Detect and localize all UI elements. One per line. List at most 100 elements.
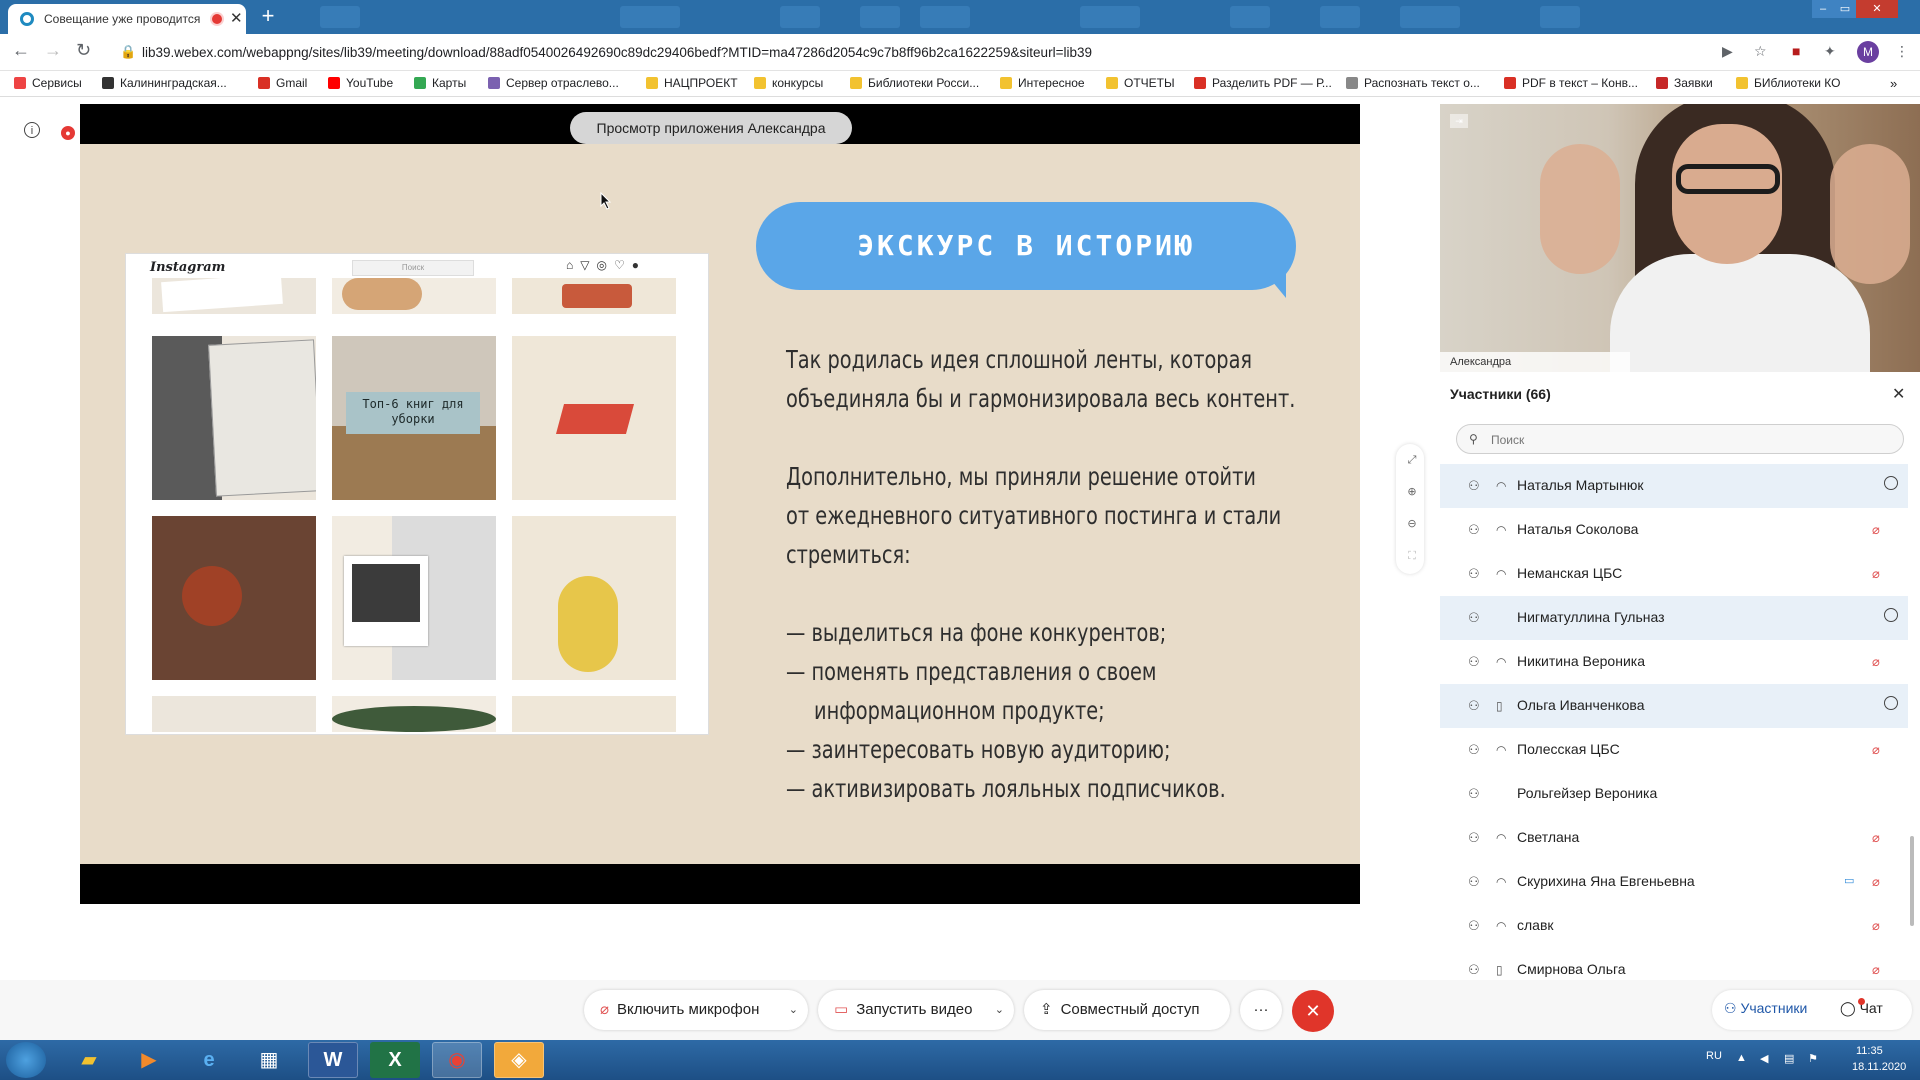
video-camera-icon[interactable]: ▭ [1844,874,1854,887]
start-video-button[interactable]: ▭ Запустить видео ⌄ [818,990,1014,1030]
browser-tab[interactable]: Совещание уже проводится ✕ [8,4,246,34]
bookmark-folder[interactable]: Интересное [1000,76,1085,90]
participant-row[interactable]: ⚇ ◠ Наталья Соколова ⌀ [1440,508,1908,552]
participant-row[interactable]: ⚇ ◠ Светлана ⌀ [1440,816,1908,860]
bookmark-folder[interactable]: ОТЧЕТЫ [1106,76,1175,90]
participant-row[interactable]: ⚇ ◠ Полесская ЦБС ⌀ [1440,728,1908,772]
active-speaker-video[interactable]: ⇥ Александра [1440,104,1920,372]
address-bar[interactable]: 🔒 lib39.webex.com/webappng/sites/lib39/m… [108,38,1748,66]
chat-bubble-icon[interactable] [1884,608,1898,622]
pdf-extension-icon[interactable]: ■ [1792,43,1800,59]
minimize-button[interactable]: – [1812,0,1834,18]
bookmark-item[interactable]: Сервер отраслево... [488,76,619,90]
clock-date[interactable]: 18.11.2020 [1852,1061,1906,1073]
muted-mic-icon[interactable]: ⌀ [1872,522,1880,538]
internet-explorer-icon[interactable]: e [184,1042,234,1078]
participants-button[interactable]: ⚇ Участники [1724,1000,1807,1017]
slide-text-line: Дополнительно, мы приняли решение отойти [786,462,1256,491]
bookmark-folder[interactable]: БИблиотеки КО [1736,76,1840,90]
calculator-icon[interactable]: ▦ [244,1042,294,1078]
bookmark-item[interactable]: Карты [414,76,466,90]
muted-mic-icon[interactable]: ⌀ [1872,962,1880,978]
window-close-button[interactable]: ✕ [1856,0,1898,18]
leave-meeting-button[interactable]: ✕ [1292,990,1334,1032]
bookmark-folder[interactable]: конкурсы [754,76,823,90]
bookmark-item[interactable]: PDF в текст – Конв... [1504,76,1638,90]
extensions-icon[interactable]: ✦ [1824,43,1836,60]
chat-bubble-icon[interactable] [1884,476,1898,490]
participant-row[interactable]: ⚇ ▯ Смирнова Ольга ⌀ [1440,948,1908,978]
participants-search[interactable]: ⚲ [1456,424,1904,454]
meeting-info-icon[interactable]: i [24,122,40,138]
participant-row[interactable]: ⚇ ◠ Никитина Вероника ⌀ [1440,640,1908,684]
media-player-icon[interactable]: ▶ [124,1042,174,1078]
share-viewing-label: Просмотр приложения Александра [570,112,852,144]
menu-icon[interactable]: ⋮ [1895,43,1909,60]
chevron-down-icon[interactable]: ⌄ [789,990,798,1030]
shared-slide: Instagram Поиск ⌂▽◎♡● Топ-6 книг для убо… [80,144,1360,864]
participant-row[interactable]: ⚇ Рольгейзер Вероника [1440,772,1908,816]
muted-mic-icon[interactable]: ⌀ [1872,742,1880,758]
participant-row[interactable]: ⚇ ◠ Наталья Мартынюк [1440,464,1908,508]
webex-taskbar-icon[interactable]: ◈ [494,1042,544,1078]
participant-row[interactable]: ⚇ ◠ Неманская ЦБС ⌀ [1440,552,1908,596]
participants-search-input[interactable] [1489,429,1893,451]
bookmark-folder[interactable]: Библиотеки Росси... [850,76,979,90]
back-icon[interactable]: ← [12,40,30,61]
person-icon: ⚇ [1468,478,1480,493]
explorer-icon[interactable]: ▰ [64,1042,114,1078]
input-language[interactable]: RU [1706,1050,1722,1062]
excel-icon[interactable]: X [370,1042,420,1078]
bookmark-item[interactable]: Gmail [258,76,307,90]
network-icon[interactable]: ▤ [1784,1052,1794,1065]
chat-bubble-icon[interactable] [1884,696,1898,710]
participant-row[interactable]: ⚇ ◠ Скурихина Яна Евгеньевна ▭ ⌀ [1440,860,1908,904]
volume-icon[interactable]: ◀ [1760,1052,1768,1065]
chrome-icon[interactable]: ◉ [432,1042,482,1078]
close-panel-icon[interactable]: ✕ [1892,384,1905,404]
bookmark-item[interactable]: Разделить PDF — Р... [1194,76,1332,90]
participant-row[interactable]: ⚇ ◠ славк ⌀ [1440,904,1908,948]
fit-to-window-icon[interactable]: ⛶ [1404,548,1420,564]
maximize-button[interactable]: ▭ [1834,0,1856,18]
participant-row[interactable]: ⚇ ▯ Ольга Иванченкова [1440,684,1908,728]
more-options-button[interactable]: ··· [1240,990,1282,1030]
zoom-in-icon[interactable]: ⊕ [1404,484,1420,500]
feed-tile-reader [512,516,676,680]
word-icon[interactable]: W [308,1042,358,1078]
participant-name: Наталья Мартынюк [1517,477,1644,493]
bookmark-item[interactable]: Калининградская... [102,76,227,90]
participant-row[interactable]: ⚇ Нигматуллина Гульназ [1440,596,1908,640]
bookmark-item[interactable]: Сервисы [14,76,82,90]
show-hidden-icons-icon[interactable]: ▲ [1736,1052,1747,1064]
clock-time[interactable]: 11:35 [1856,1045,1883,1057]
new-tab-button[interactable]: + [254,4,282,30]
windows-start-button[interactable] [6,1042,46,1078]
forward-icon[interactable]: → [44,40,62,61]
slide-text-line: от ежедневного ситуативного постинга и с… [786,501,1282,530]
profile-avatar[interactable]: M [1857,41,1879,63]
bookmark-item[interactable]: Распознать текст о... [1346,76,1480,90]
bookmark-star-icon[interactable]: ☆ [1754,43,1767,60]
zoom-out-icon[interactable]: ⊖ [1404,516,1420,532]
pin-video-icon[interactable]: ⇥ [1450,114,1468,128]
share-content-button[interactable]: ⇪ Совместный доступ [1024,990,1230,1030]
muted-mic-icon[interactable]: ⌀ [1872,874,1880,890]
muted-mic-icon[interactable]: ⌀ [1872,566,1880,582]
person-icon: ⚇ [1468,522,1480,537]
bookmark-item[interactable]: YouTube [328,76,393,90]
bookmark-folder[interactable]: НАЦПРОЕКТ [646,76,738,90]
participant-list-scrollbar[interactable] [1910,836,1914,926]
more-bookmarks-icon[interactable]: » [1890,76,1897,91]
reload-icon[interactable]: ↻ [76,40,91,61]
bookmark-item[interactable]: Заявки [1656,76,1713,90]
camera-icon[interactable]: ▶ [1722,43,1733,60]
tab-close-icon[interactable]: ✕ [230,9,243,27]
action-center-flag-icon[interactable]: ⚑ [1808,1052,1818,1065]
muted-mic-icon[interactable]: ⌀ [1872,918,1880,934]
muted-mic-icon[interactable]: ⌀ [1872,830,1880,846]
chevron-down-icon[interactable]: ⌄ [995,990,1004,1030]
expand-icon[interactable]: ⤢ [1404,452,1420,468]
muted-mic-icon[interactable]: ⌀ [1872,654,1880,670]
unmute-microphone-button[interactable]: ⌀ Включить микрофон ⌄ [584,990,808,1030]
